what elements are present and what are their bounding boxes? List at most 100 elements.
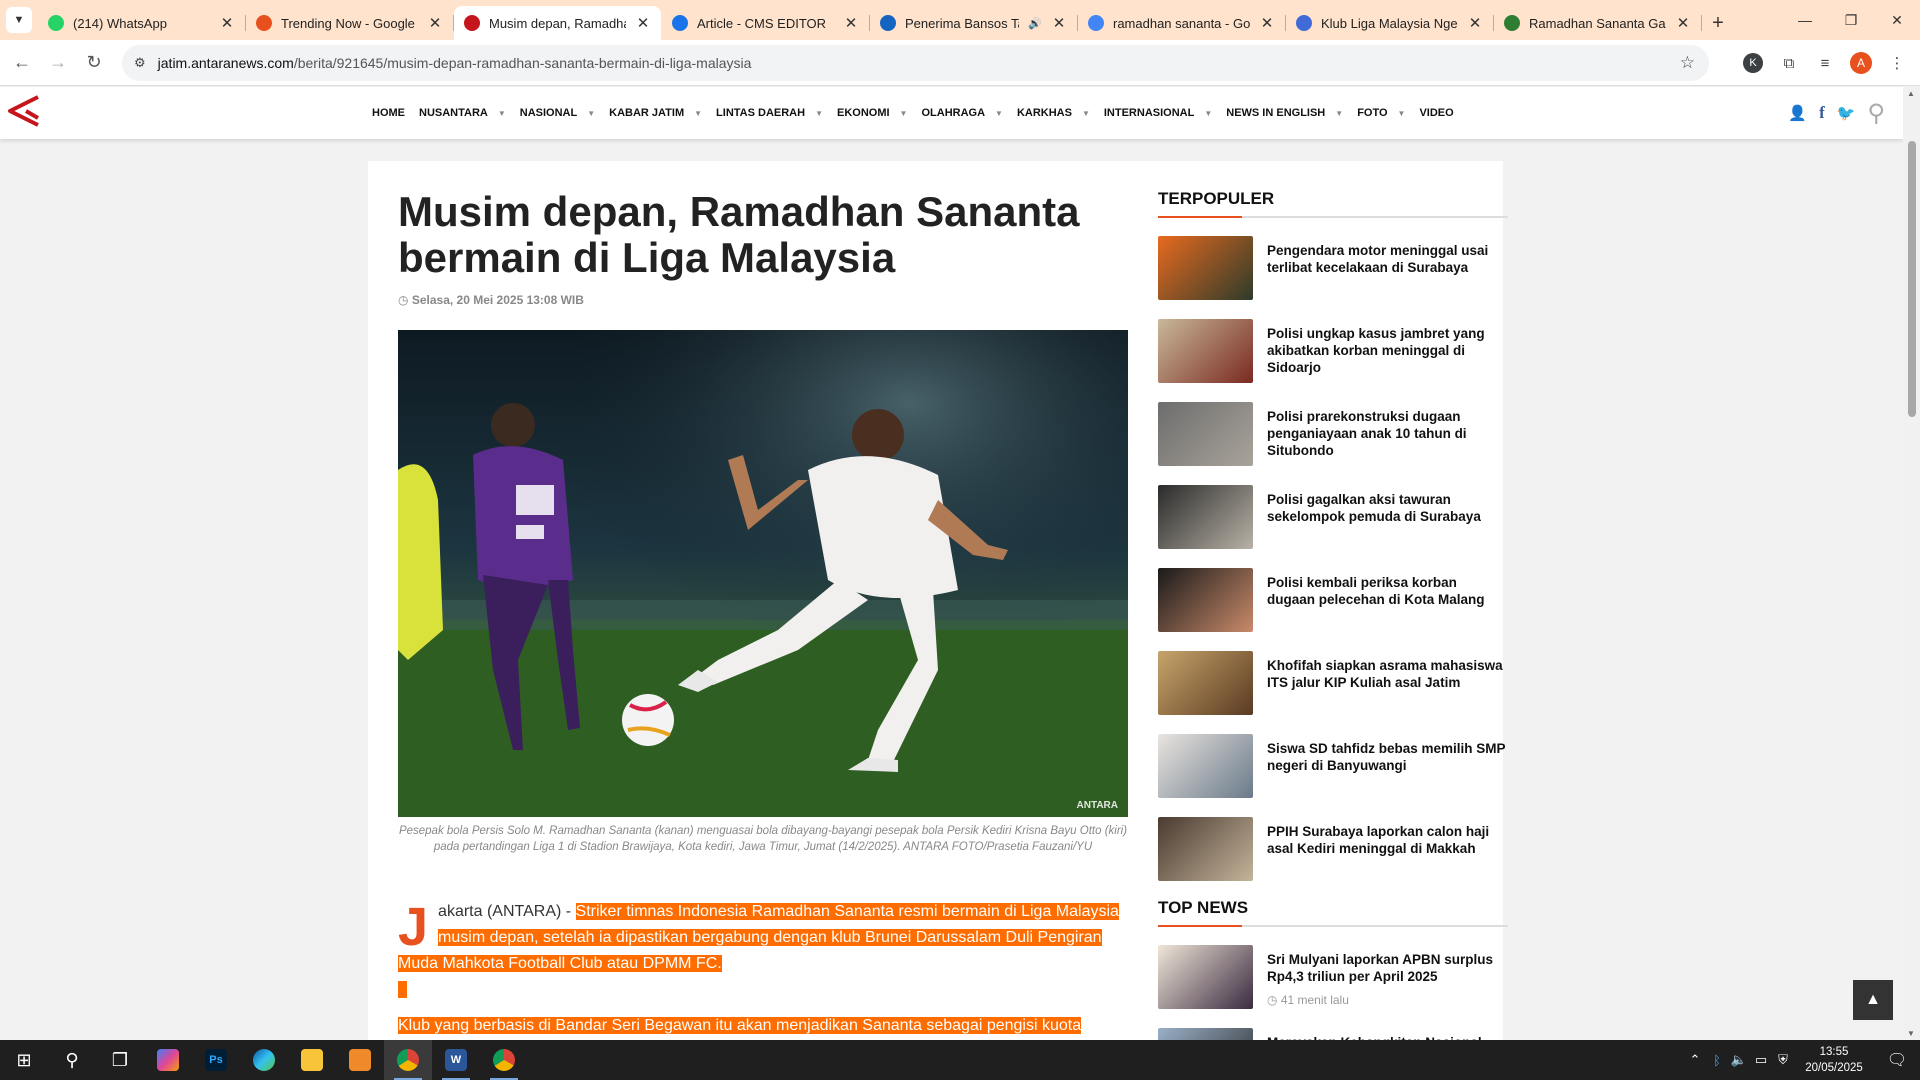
menu-item[interactable]: VIDEO [1419,107,1453,119]
bookmark-star-icon[interactable]: ☆ [1680,53,1695,73]
twitter-icon[interactable]: 🐦 [1837,104,1856,122]
popular-item[interactable]: Polisi kembali periksa korban dugaan pel… [1158,568,1508,632]
menu-item[interactable]: HOME [372,107,405,119]
browser-tab[interactable]: Penerima Bansos Tahap 🔊 ✕ [870,6,1078,40]
scroll-down-arrow-icon[interactable]: ▼ [1907,1029,1915,1038]
tab-close-icon[interactable]: ✕ [635,14,651,32]
new-tab-button[interactable]: + [1702,6,1734,40]
popular-item-title[interactable]: Siswa SD tahfidz bebas memilih SMP neger… [1267,734,1508,798]
menu-item[interactable]: KABAR JATIM ▼ [609,107,702,119]
tab-close-icon[interactable]: ✕ [843,14,859,32]
reload-button[interactable]: ↻ [76,45,112,81]
news-thumbnail[interactable] [1158,319,1253,383]
news-thumbnail[interactable] [1158,817,1253,881]
popular-item-title[interactable]: Polisi kembali periksa korban dugaan pel… [1267,568,1508,632]
menu-item[interactable]: KARKHAS ▼ [1017,107,1090,119]
menu-item[interactable]: OLAHRAGA ▼ [921,107,1002,119]
menu-item[interactable]: NASIONAL ▼ [520,107,595,119]
page-scrollbar[interactable]: ▲ ▼ [1903,87,1920,1040]
browser-tab[interactable]: Ramadhan Sananta Gabung ✕ [1494,6,1702,40]
menu-item[interactable]: INTERNASIONAL ▼ [1104,107,1212,119]
top-news-item[interactable]: Sri Mulyani laporkan APBN surplus Rp4,3 … [1158,945,1508,1009]
popular-item-title[interactable]: PPIH Surabaya laporkan calon haji asal K… [1267,817,1508,881]
tab-close-icon[interactable]: ✕ [1259,14,1275,32]
browser-tab[interactable]: Klub Liga Malaysia Ngebet ✕ [1286,6,1494,40]
antara-logo-icon[interactable] [6,93,42,129]
back-button[interactable]: ← [4,45,40,81]
restore-icon[interactable]: ❐ [1828,0,1874,40]
search-icon[interactable]: ⚲ [1867,99,1885,128]
article-photo[interactable]: ANTARA [398,330,1128,817]
news-thumbnail[interactable] [1158,402,1253,466]
chrome-button[interactable] [384,1040,432,1080]
news-thumbnail[interactable] [1158,651,1253,715]
popular-item[interactable]: Siswa SD tahfidz bebas memilih SMP neger… [1158,734,1508,798]
browser-tab[interactable]: Trending Now - Google Trends ✕ [246,6,454,40]
tab-close-icon[interactable]: ✕ [1467,14,1483,32]
popular-item[interactable]: Polisi gagalkan aksi tawuran sekelompok … [1158,485,1508,549]
tab-search-button[interactable]: ▼ [0,0,38,40]
minimize-icon[interactable]: — [1782,0,1828,40]
browser-tab[interactable]: ramadhan sananta - Google ✕ [1078,6,1286,40]
popular-item[interactable]: Polisi prarekonstruksi dugaan penganiaya… [1158,402,1508,466]
menu-item[interactable]: NUSANTARA ▼ [419,107,506,119]
browser-tab[interactable]: Article - CMS EDITOR ✕ [662,6,870,40]
photoshop-button[interactable]: Ps [192,1040,240,1080]
close-window-icon[interactable]: ✕ [1874,0,1920,40]
url-text[interactable]: jatim.antaranews.com/berita/921645/musim… [158,55,752,71]
taskbar-clock[interactable]: 13:55 20/05/2025 [1794,1044,1874,1076]
bluetooth-icon[interactable]: ᛒ [1706,1053,1728,1068]
tab-close-icon[interactable]: ✕ [219,14,235,32]
chrome-profile-button[interactable] [480,1040,528,1080]
edge-button[interactable] [240,1040,288,1080]
popular-item[interactable]: Khofifah siapkan asrama mahasiswa ITS ja… [1158,651,1508,715]
scroll-up-arrow-icon[interactable]: ▲ [1907,89,1915,98]
popular-item-title[interactable]: Polisi gagalkan aksi tawuran sekelompok … [1267,485,1508,549]
show-hidden-icons-icon[interactable]: ⌃ [1684,1052,1706,1068]
popular-item-title[interactable]: Polisi ungkap kasus jambret yang akibatk… [1267,319,1508,383]
extensions-icon[interactable]: ⧉ [1778,52,1800,74]
kebab-menu-icon[interactable]: ⋮ [1886,52,1908,74]
top-news-title[interactable]: Sri Mulyani laporkan APBN surplus Rp4,3 … [1267,945,1508,985]
word-button[interactable]: W [432,1040,480,1080]
browser-tab[interactable]: Musim depan, Ramadhan Sananta ✕ [454,6,661,40]
copilot-button[interactable] [144,1040,192,1080]
powerpoint-button[interactable] [336,1040,384,1080]
popular-item[interactable]: Pengendara motor meninggal usai terlibat… [1158,236,1508,300]
menu-item[interactable]: NEWS IN ENGLISH ▼ [1226,107,1343,119]
back-to-top-button[interactable]: ▲ [1853,980,1893,1020]
security-icon[interactable]: ⛨ [1772,1052,1794,1068]
news-thumbnail[interactable] [1158,568,1253,632]
popular-item-title[interactable]: Polisi prarekonstruksi dugaan penganiaya… [1267,402,1508,466]
popular-item[interactable]: Polisi ungkap kasus jambret yang akibatk… [1158,319,1508,383]
tab-close-icon[interactable]: ✕ [1675,14,1691,32]
popular-item[interactable]: PPIH Surabaya laporkan calon haji asal K… [1158,817,1508,881]
facebook-icon[interactable]: f [1819,103,1825,123]
browser-tab[interactable]: (214) WhatsApp ✕ [38,6,246,40]
address-bar[interactable]: ⚙ jatim.antaranews.com/berita/921645/mus… [122,45,1709,81]
file-explorer-button[interactable] [288,1040,336,1080]
media-control-icon[interactable]: ≡ [1814,52,1836,74]
news-thumbnail[interactable] [1158,485,1253,549]
taskbar-search-button[interactable]: ⚲ [48,1040,96,1080]
popular-item-title[interactable]: Pengendara motor meninggal usai terlibat… [1267,236,1508,300]
account-button[interactable]: A [1850,52,1872,74]
site-info-icon[interactable]: ⚙ [134,55,146,71]
popular-item-title[interactable]: Khofifah siapkan asrama mahasiswa ITS ja… [1267,651,1508,715]
scrollbar-thumb[interactable] [1908,141,1916,417]
news-thumbnail[interactable] [1158,945,1253,1009]
speaker-icon[interactable]: 🔊 [1028,17,1042,30]
task-view-button[interactable]: ❐ [96,1040,144,1080]
news-thumbnail[interactable] [1158,734,1253,798]
profile-k-button[interactable]: K [1742,52,1764,74]
volume-icon[interactable]: 🔈 [1728,1052,1750,1068]
menu-item[interactable]: EKONOMI ▼ [837,107,907,119]
tab-close-icon[interactable]: ✕ [1051,14,1067,32]
menu-item[interactable]: LINTAS DAERAH ▼ [716,107,823,119]
menu-item[interactable]: FOTO ▼ [1357,107,1405,119]
tab-close-icon[interactable]: ✕ [427,14,443,32]
forward-button[interactable]: → [40,45,76,81]
network-icon[interactable]: ▭ [1750,1052,1772,1068]
windows-start-button[interactable]: ⊞ [0,1040,48,1080]
notifications-icon[interactable]: 🗨 [1874,1050,1920,1070]
